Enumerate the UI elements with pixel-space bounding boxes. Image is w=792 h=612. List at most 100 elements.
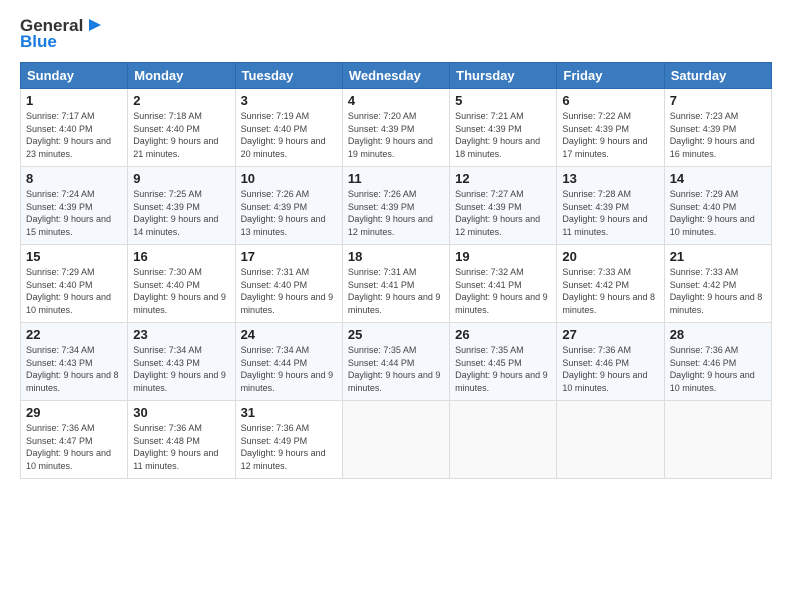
calendar-cell: 26 Sunrise: 7:35 AM Sunset: 4:45 PM Dayl… bbox=[450, 323, 557, 401]
day-number: 6 bbox=[562, 93, 658, 108]
day-info: Sunrise: 7:33 AM Sunset: 4:42 PM Dayligh… bbox=[670, 267, 763, 315]
week-row-5: 29 Sunrise: 7:36 AM Sunset: 4:47 PM Dayl… bbox=[21, 401, 772, 479]
calendar-cell: 20 Sunrise: 7:33 AM Sunset: 4:42 PM Dayl… bbox=[557, 245, 664, 323]
day-number: 17 bbox=[241, 249, 337, 264]
calendar-cell: 18 Sunrise: 7:31 AM Sunset: 4:41 PM Dayl… bbox=[342, 245, 449, 323]
day-number: 13 bbox=[562, 171, 658, 186]
calendar-cell: 13 Sunrise: 7:28 AM Sunset: 4:39 PM Dayl… bbox=[557, 167, 664, 245]
day-number: 2 bbox=[133, 93, 229, 108]
day-info: Sunrise: 7:22 AM Sunset: 4:39 PM Dayligh… bbox=[562, 111, 647, 159]
day-info: Sunrise: 7:19 AM Sunset: 4:40 PM Dayligh… bbox=[241, 111, 326, 159]
logo-flag-icon bbox=[85, 17, 103, 35]
day-info: Sunrise: 7:21 AM Sunset: 4:39 PM Dayligh… bbox=[455, 111, 540, 159]
day-number: 7 bbox=[670, 93, 766, 108]
calendar-cell: 28 Sunrise: 7:36 AM Sunset: 4:46 PM Dayl… bbox=[664, 323, 771, 401]
day-info: Sunrise: 7:29 AM Sunset: 4:40 PM Dayligh… bbox=[26, 267, 111, 315]
day-info: Sunrise: 7:34 AM Sunset: 4:44 PM Dayligh… bbox=[241, 345, 334, 393]
calendar-cell: 31 Sunrise: 7:36 AM Sunset: 4:49 PM Dayl… bbox=[235, 401, 342, 479]
calendar-cell: 19 Sunrise: 7:32 AM Sunset: 4:41 PM Dayl… bbox=[450, 245, 557, 323]
calendar-cell: 8 Sunrise: 7:24 AM Sunset: 4:39 PM Dayli… bbox=[21, 167, 128, 245]
day-number: 14 bbox=[670, 171, 766, 186]
day-info: Sunrise: 7:17 AM Sunset: 4:40 PM Dayligh… bbox=[26, 111, 111, 159]
day-info: Sunrise: 7:36 AM Sunset: 4:46 PM Dayligh… bbox=[562, 345, 647, 393]
day-number: 28 bbox=[670, 327, 766, 342]
day-number: 15 bbox=[26, 249, 122, 264]
day-number: 4 bbox=[348, 93, 444, 108]
calendar-cell: 17 Sunrise: 7:31 AM Sunset: 4:40 PM Dayl… bbox=[235, 245, 342, 323]
day-number: 18 bbox=[348, 249, 444, 264]
day-info: Sunrise: 7:20 AM Sunset: 4:39 PM Dayligh… bbox=[348, 111, 433, 159]
day-info: Sunrise: 7:36 AM Sunset: 4:46 PM Dayligh… bbox=[670, 345, 755, 393]
week-row-4: 22 Sunrise: 7:34 AM Sunset: 4:43 PM Dayl… bbox=[21, 323, 772, 401]
day-info: Sunrise: 7:26 AM Sunset: 4:39 PM Dayligh… bbox=[241, 189, 326, 237]
calendar-cell bbox=[664, 401, 771, 479]
day-info: Sunrise: 7:23 AM Sunset: 4:39 PM Dayligh… bbox=[670, 111, 755, 159]
weekday-header-tuesday: Tuesday bbox=[235, 63, 342, 89]
calendar-table: SundayMondayTuesdayWednesdayThursdayFrid… bbox=[20, 62, 772, 479]
day-info: Sunrise: 7:29 AM Sunset: 4:40 PM Dayligh… bbox=[670, 189, 755, 237]
calendar-cell bbox=[342, 401, 449, 479]
week-row-1: 1 Sunrise: 7:17 AM Sunset: 4:40 PM Dayli… bbox=[21, 89, 772, 167]
day-number: 26 bbox=[455, 327, 551, 342]
calendar-cell: 27 Sunrise: 7:36 AM Sunset: 4:46 PM Dayl… bbox=[557, 323, 664, 401]
day-info: Sunrise: 7:34 AM Sunset: 4:43 PM Dayligh… bbox=[133, 345, 226, 393]
calendar-cell: 6 Sunrise: 7:22 AM Sunset: 4:39 PM Dayli… bbox=[557, 89, 664, 167]
day-number: 19 bbox=[455, 249, 551, 264]
weekday-header-sunday: Sunday bbox=[21, 63, 128, 89]
weekday-header-thursday: Thursday bbox=[450, 63, 557, 89]
calendar-cell: 30 Sunrise: 7:36 AM Sunset: 4:48 PM Dayl… bbox=[128, 401, 235, 479]
day-info: Sunrise: 7:35 AM Sunset: 4:44 PM Dayligh… bbox=[348, 345, 441, 393]
day-number: 3 bbox=[241, 93, 337, 108]
day-number: 21 bbox=[670, 249, 766, 264]
calendar-cell bbox=[450, 401, 557, 479]
weekday-header-row: SundayMondayTuesdayWednesdayThursdayFrid… bbox=[21, 63, 772, 89]
day-number: 22 bbox=[26, 327, 122, 342]
day-number: 12 bbox=[455, 171, 551, 186]
logo: General Blue bbox=[20, 16, 103, 52]
calendar-cell: 21 Sunrise: 7:33 AM Sunset: 4:42 PM Dayl… bbox=[664, 245, 771, 323]
day-number: 9 bbox=[133, 171, 229, 186]
day-info: Sunrise: 7:18 AM Sunset: 4:40 PM Dayligh… bbox=[133, 111, 218, 159]
day-info: Sunrise: 7:36 AM Sunset: 4:48 PM Dayligh… bbox=[133, 423, 218, 471]
day-number: 24 bbox=[241, 327, 337, 342]
day-info: Sunrise: 7:36 AM Sunset: 4:47 PM Dayligh… bbox=[26, 423, 111, 471]
day-info: Sunrise: 7:24 AM Sunset: 4:39 PM Dayligh… bbox=[26, 189, 111, 237]
calendar-cell: 15 Sunrise: 7:29 AM Sunset: 4:40 PM Dayl… bbox=[21, 245, 128, 323]
day-number: 31 bbox=[241, 405, 337, 420]
calendar-cell: 10 Sunrise: 7:26 AM Sunset: 4:39 PM Dayl… bbox=[235, 167, 342, 245]
calendar-cell: 3 Sunrise: 7:19 AM Sunset: 4:40 PM Dayli… bbox=[235, 89, 342, 167]
day-number: 1 bbox=[26, 93, 122, 108]
day-info: Sunrise: 7:36 AM Sunset: 4:49 PM Dayligh… bbox=[241, 423, 326, 471]
logo-block: General Blue bbox=[20, 16, 103, 52]
day-number: 10 bbox=[241, 171, 337, 186]
calendar-cell: 22 Sunrise: 7:34 AM Sunset: 4:43 PM Dayl… bbox=[21, 323, 128, 401]
page: General Blue SundayMondayTuesdayWednesda… bbox=[0, 0, 792, 612]
calendar-cell: 12 Sunrise: 7:27 AM Sunset: 4:39 PM Dayl… bbox=[450, 167, 557, 245]
week-row-2: 8 Sunrise: 7:24 AM Sunset: 4:39 PM Dayli… bbox=[21, 167, 772, 245]
calendar-cell: 11 Sunrise: 7:26 AM Sunset: 4:39 PM Dayl… bbox=[342, 167, 449, 245]
day-info: Sunrise: 7:27 AM Sunset: 4:39 PM Dayligh… bbox=[455, 189, 540, 237]
day-number: 16 bbox=[133, 249, 229, 264]
day-info: Sunrise: 7:31 AM Sunset: 4:41 PM Dayligh… bbox=[348, 267, 441, 315]
day-info: Sunrise: 7:25 AM Sunset: 4:39 PM Dayligh… bbox=[133, 189, 218, 237]
day-info: Sunrise: 7:35 AM Sunset: 4:45 PM Dayligh… bbox=[455, 345, 548, 393]
calendar-cell: 23 Sunrise: 7:34 AM Sunset: 4:43 PM Dayl… bbox=[128, 323, 235, 401]
day-info: Sunrise: 7:30 AM Sunset: 4:40 PM Dayligh… bbox=[133, 267, 226, 315]
day-info: Sunrise: 7:34 AM Sunset: 4:43 PM Dayligh… bbox=[26, 345, 119, 393]
week-row-3: 15 Sunrise: 7:29 AM Sunset: 4:40 PM Dayl… bbox=[21, 245, 772, 323]
calendar-cell: 29 Sunrise: 7:36 AM Sunset: 4:47 PM Dayl… bbox=[21, 401, 128, 479]
calendar-cell: 9 Sunrise: 7:25 AM Sunset: 4:39 PM Dayli… bbox=[128, 167, 235, 245]
header: General Blue bbox=[20, 16, 772, 52]
day-number: 25 bbox=[348, 327, 444, 342]
calendar-cell: 7 Sunrise: 7:23 AM Sunset: 4:39 PM Dayli… bbox=[664, 89, 771, 167]
calendar-cell: 14 Sunrise: 7:29 AM Sunset: 4:40 PM Dayl… bbox=[664, 167, 771, 245]
day-number: 5 bbox=[455, 93, 551, 108]
day-info: Sunrise: 7:28 AM Sunset: 4:39 PM Dayligh… bbox=[562, 189, 647, 237]
day-number: 20 bbox=[562, 249, 658, 264]
day-number: 30 bbox=[133, 405, 229, 420]
calendar-cell: 16 Sunrise: 7:30 AM Sunset: 4:40 PM Dayl… bbox=[128, 245, 235, 323]
calendar-cell: 5 Sunrise: 7:21 AM Sunset: 4:39 PM Dayli… bbox=[450, 89, 557, 167]
day-number: 8 bbox=[26, 171, 122, 186]
day-number: 11 bbox=[348, 171, 444, 186]
day-number: 27 bbox=[562, 327, 658, 342]
